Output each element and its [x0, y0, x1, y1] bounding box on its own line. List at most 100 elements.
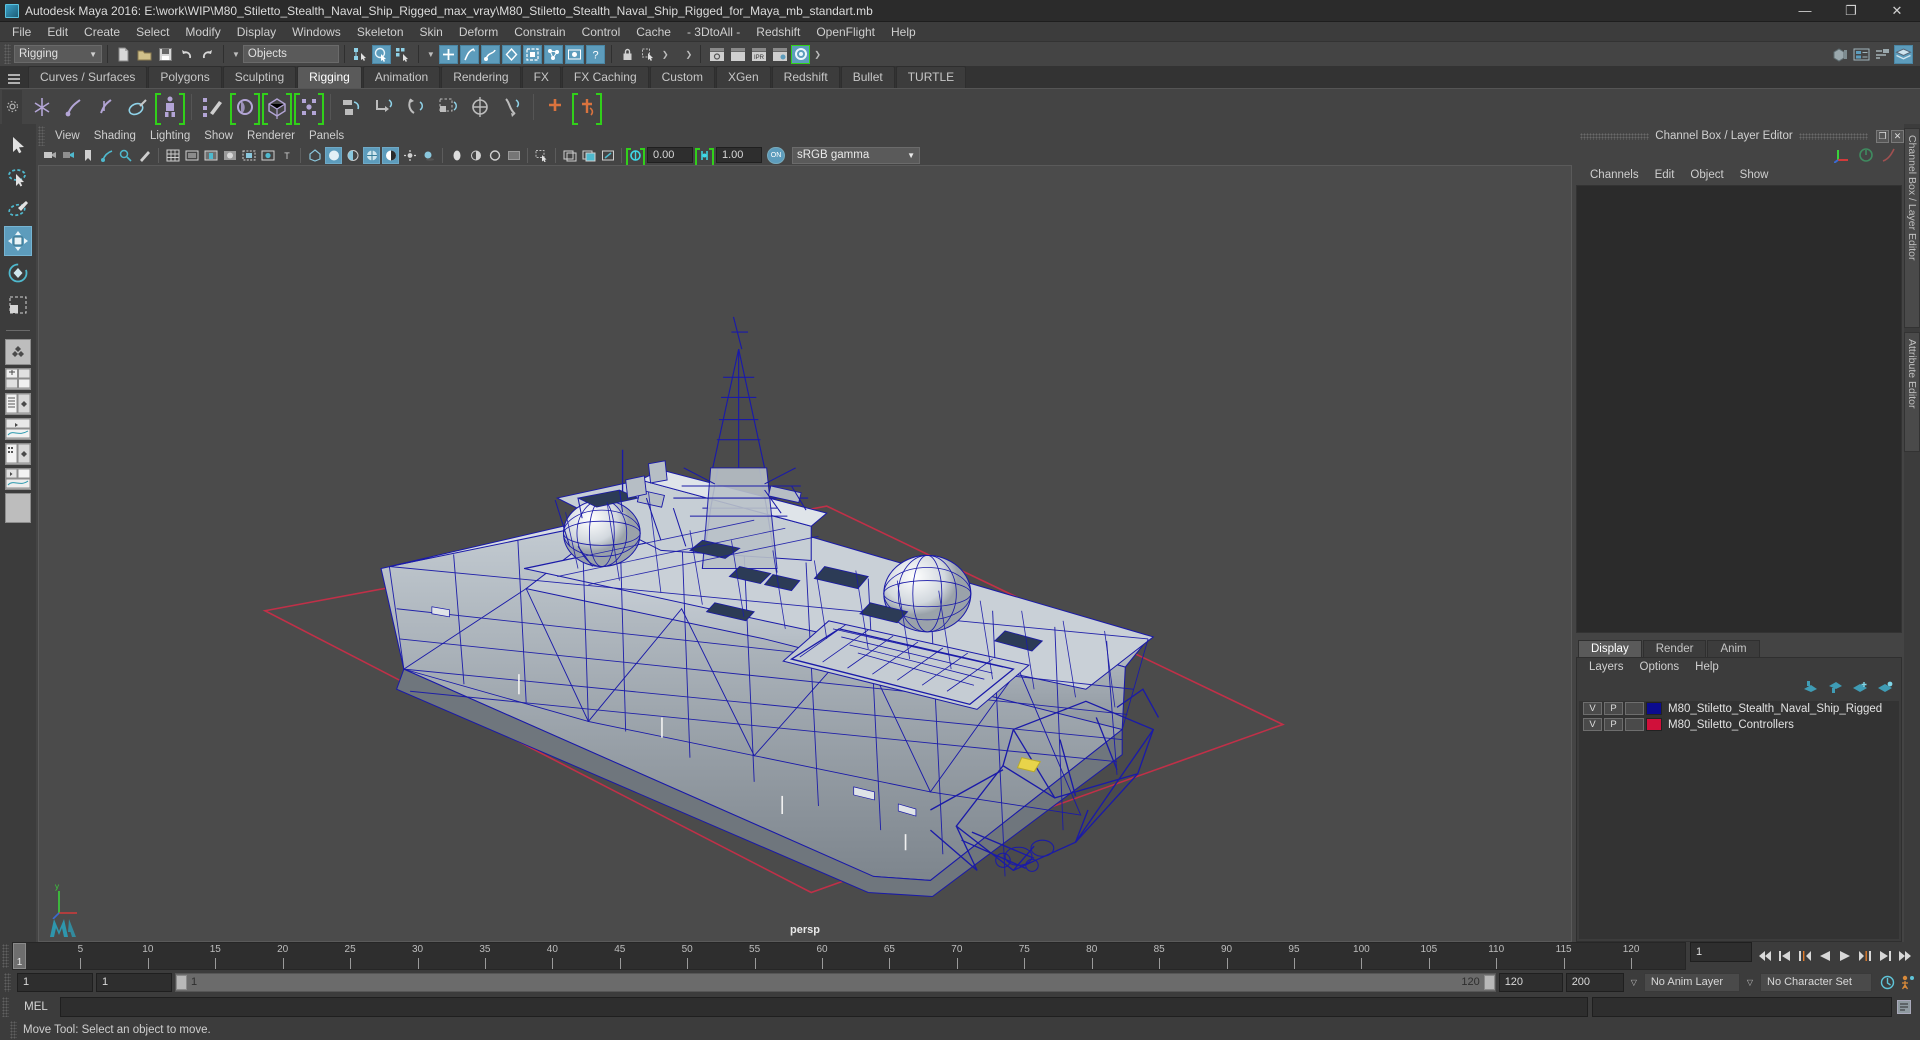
shelf-tab-rigging[interactable]: Rigging — [297, 66, 362, 88]
render-current-frame-icon[interactable] — [707, 45, 726, 64]
shelf-tab-fx[interactable]: FX — [521, 66, 561, 88]
menu-item-skeleton[interactable]: Skeleton — [349, 23, 412, 41]
layer-playback-toggle[interactable]: P — [1604, 702, 1623, 716]
panel-menu-show[interactable]: Show — [197, 129, 240, 143]
shelf-options-gear-icon[interactable] — [2, 89, 22, 124]
menu-item-windows[interactable]: Windows — [284, 23, 349, 41]
layout-persp-graph[interactable] — [5, 468, 31, 490]
snap-to-grid-icon[interactable] — [438, 44, 458, 64]
open-scene-icon[interactable] — [135, 45, 154, 64]
layout-four-view[interactable] — [5, 368, 31, 390]
new-scene-icon[interactable] — [114, 45, 133, 64]
shadows-icon[interactable] — [420, 147, 437, 164]
layer-playback-toggle[interactable]: P — [1604, 718, 1623, 732]
menu-item-redshift[interactable]: Redshift — [748, 23, 808, 41]
shading-wireframe-icon[interactable] — [306, 147, 323, 164]
layer-color-swatch[interactable] — [1646, 718, 1662, 732]
maximize-button[interactable]: ❐ — [1828, 0, 1874, 22]
dock-close-button[interactable]: ✕ — [1891, 129, 1905, 143]
orient-constraint-icon[interactable] — [401, 91, 431, 123]
gamma-toggle-icon[interactable] — [695, 147, 714, 169]
panel-gripper[interactable] — [38, 126, 45, 146]
command-line-gripper[interactable] — [2, 997, 9, 1018]
two-pane-icon[interactable] — [580, 147, 597, 164]
menu-item-create[interactable]: Create — [76, 23, 128, 41]
display-layer-list[interactable]: V P M80_Stiletto_Stealth_Naval_Ship_Rigg… — [1579, 700, 1899, 939]
minimize-button[interactable]: — — [1782, 0, 1828, 22]
dock-drag-dots-2[interactable] — [1798, 132, 1869, 140]
snap-to-curve-icon[interactable] — [459, 44, 479, 64]
menu-item-3dtoall[interactable]: - 3DtoAll - — [679, 23, 748, 41]
anim-start-field[interactable]: 1 — [96, 972, 172, 992]
shelf-tab-turtle[interactable]: TURTLE — [895, 66, 967, 88]
snap-to-view-planes-icon[interactable] — [522, 44, 542, 64]
time-slider[interactable]: 1 5 10 15 20 25 30 35 40 45 50 55 60 65 70 75 80 85 90 95 10… — [12, 941, 1686, 970]
camera-attributes-icon[interactable] — [60, 147, 77, 164]
color-space-selector[interactable]: sRGB gamma ▼ — [792, 146, 920, 164]
mel-command-input[interactable] — [60, 997, 1588, 1018]
shelf-tab-bullet[interactable]: Bullet — [840, 66, 895, 88]
menu-item-openflight[interactable]: OpenFlight — [808, 23, 883, 41]
panel-menu-shading[interactable]: Shading — [87, 129, 143, 143]
time-slider-gripper[interactable] — [2, 943, 9, 968]
point-constraint-icon[interactable] — [369, 91, 399, 123]
persp-viewport[interactable]: y persp — [38, 165, 1572, 942]
panel-menu-panels[interactable]: Panels — [302, 129, 351, 143]
layer-tab-anim[interactable]: Anim — [1707, 639, 1760, 657]
exposure-field[interactable]: 0.00 — [647, 147, 693, 163]
channel-box-attribute-list[interactable] — [1576, 185, 1902, 633]
select-tool[interactable] — [4, 130, 32, 160]
create-deformer-lattice-icon[interactable] — [230, 91, 260, 125]
create-ik-spline-handle-icon[interactable] — [91, 91, 121, 123]
menu-item-constrain[interactable]: Constrain — [506, 23, 573, 41]
menu-item-control[interactable]: Control — [574, 23, 629, 41]
select-by-name-icon[interactable] — [639, 45, 658, 64]
shelf-tab-sculpting[interactable]: Sculpting — [222, 66, 297, 88]
anim-layer-chevron-icon[interactable]: ▽ — [1627, 978, 1641, 987]
undo-icon[interactable] — [177, 45, 196, 64]
bookmark-icon[interactable] — [79, 147, 96, 164]
mel-label[interactable]: MEL — [16, 1001, 56, 1013]
multisample-aa-icon[interactable] — [486, 147, 503, 164]
shading-wireframe-on-shaded-icon[interactable] — [363, 146, 380, 164]
layer-tab-display[interactable]: Display — [1578, 639, 1642, 657]
wireframe-on-shaded-icon[interactable]: T — [278, 147, 295, 164]
layout-single-perspective[interactable] — [5, 339, 31, 365]
step-forward-key-icon[interactable] — [1876, 946, 1894, 966]
render-view-icon[interactable] — [564, 44, 584, 64]
channel-box-menu-show[interactable]: Show — [1732, 168, 1777, 182]
snap-to-point-icon[interactable] — [480, 44, 500, 64]
menu-item-select[interactable]: Select — [128, 23, 177, 41]
layer-color-swatch[interactable] — [1646, 702, 1662, 716]
snap-to-projected-center-icon[interactable] — [501, 44, 521, 64]
move-tool[interactable] — [4, 226, 32, 256]
range-start-field[interactable]: 1 — [17, 972, 93, 992]
menu-item-file[interactable]: File — [4, 23, 39, 41]
step-back-key-icon[interactable] — [1776, 946, 1794, 966]
character-set-selector[interactable]: No Character Set — [1760, 972, 1872, 992]
selection-mask-selector[interactable]: Objects — [242, 45, 339, 63]
gate-mask-icon[interactable] — [221, 147, 238, 164]
new-layer-from-selected-icon[interactable] — [1877, 681, 1893, 694]
menu-item-help[interactable]: Help — [883, 23, 924, 41]
select-hierarchy-icon[interactable] — [351, 45, 370, 64]
toggle-ipr-icon[interactable] — [791, 44, 811, 64]
pole-vector-constraint-icon[interactable] — [497, 91, 527, 123]
modeling-toolkit-icon[interactable] — [1831, 45, 1850, 64]
shelf-tab-xgen[interactable]: XGen — [715, 66, 771, 88]
lasso-select-tool[interactable] — [4, 162, 32, 192]
expand-right-icon-3[interactable]: ❯ — [814, 50, 821, 59]
create-ik-handle-icon[interactable] — [59, 91, 89, 123]
grid-toggle-icon[interactable] — [164, 147, 181, 164]
channel-box-menu-object[interactable]: Object — [1682, 168, 1731, 182]
channel-curve-icon[interactable] — [1880, 147, 1896, 163]
redo-render-icon[interactable] — [728, 45, 747, 64]
use-all-lights-icon[interactable] — [401, 147, 418, 164]
playback-end-field[interactable]: 120 — [1498, 972, 1563, 992]
status-bar-gripper[interactable] — [10, 1021, 17, 1039]
play-backwards-icon[interactable] — [1816, 946, 1834, 966]
create-cluster-icon[interactable] — [294, 91, 324, 125]
shelf-tab-animation[interactable]: Animation — [362, 66, 441, 88]
layout-hypershade[interactable] — [5, 443, 31, 465]
select-object-icon[interactable] — [371, 44, 391, 64]
